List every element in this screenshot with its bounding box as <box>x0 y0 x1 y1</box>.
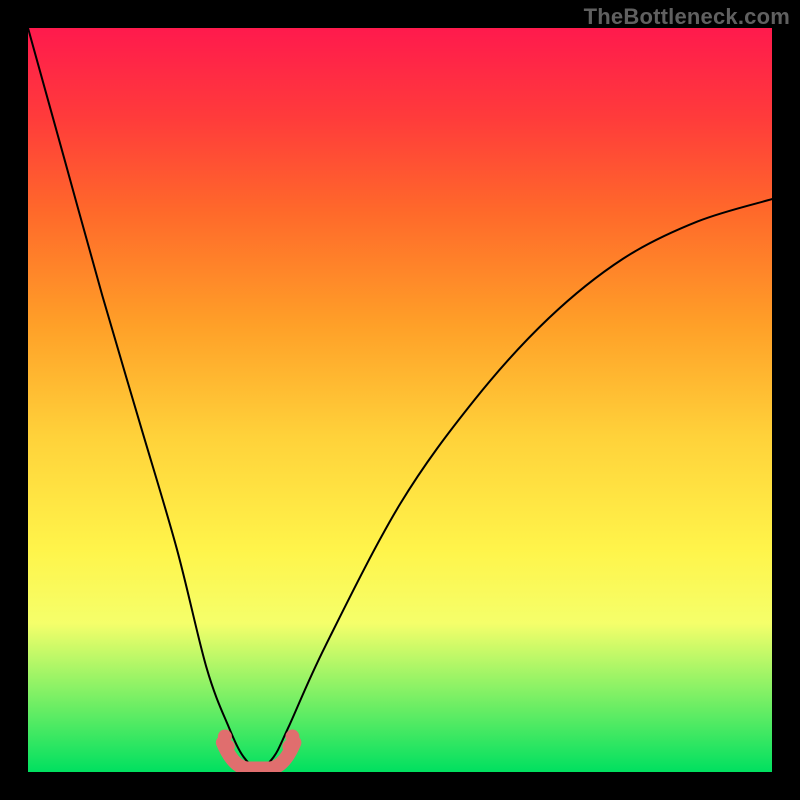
min-region-dots <box>218 730 300 754</box>
plot-area <box>28 28 772 772</box>
bottleneck-curve <box>28 28 772 768</box>
curve-layer <box>28 28 772 772</box>
min-region-dot <box>221 740 235 754</box>
min-region-dot <box>282 740 296 754</box>
chart-frame: TheBottleneck.com <box>0 0 800 800</box>
watermark-text: TheBottleneck.com <box>584 4 790 30</box>
